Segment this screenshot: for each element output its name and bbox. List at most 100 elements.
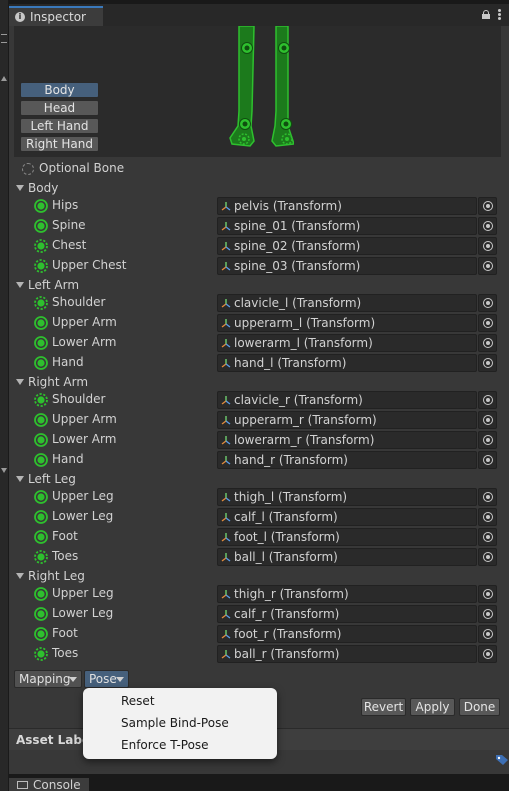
transform-object-field[interactable]: pelvis (Transform) [217,197,477,215]
foldout-triangle-icon [16,185,24,191]
bone-row: Upper Leg thigh_r (Transform) [14,584,501,604]
object-picker-icon[interactable] [478,237,497,255]
apply-button[interactable]: Apply [410,698,455,716]
object-picker-icon[interactable] [478,294,497,312]
optional-bone-icon [34,259,48,273]
lock-icon[interactable] [482,10,490,19]
transform-object-field[interactable]: foot_l (Transform) [217,528,477,546]
transform-icon [221,396,231,405]
transform-icon [221,456,231,465]
object-picker-icon[interactable] [478,625,497,643]
bone-label: Hand [52,355,84,369]
transform-object-field[interactable]: ball_r (Transform) [217,645,477,663]
transform-object-field[interactable]: ball_l (Transform) [217,548,477,566]
bone-row: Upper Chest spine_03 (Transform) [14,256,501,276]
transform-object-field[interactable]: clavicle_l (Transform) [217,294,477,312]
bone-label: Foot [52,626,78,640]
object-picker-icon[interactable] [478,354,497,372]
transform-object-field[interactable]: upperarm_l (Transform) [217,314,477,332]
bone-label: Upper Arm [52,315,117,329]
optional-bone-legend: Optional Bone [14,160,214,178]
bone-label: Upper Arm [52,412,117,426]
scroll-down-icon[interactable] [1,468,7,473]
transform-icon [221,436,231,445]
bone-row: Shoulder clavicle_r (Transform) [14,390,501,410]
object-picker-icon[interactable] [478,314,497,332]
required-bone-icon [34,199,48,213]
transform-object-field[interactable]: hand_l (Transform) [217,354,477,372]
object-picker-icon[interactable] [478,197,497,215]
bone-row: Lower Arm lowerarm_l (Transform) [14,333,501,353]
bone-row: Foot foot_l (Transform) [14,527,501,547]
bone-label: Shoulder [52,295,106,309]
menu-item-reset[interactable]: Reset [121,691,155,711]
transform-field-value: foot_r (Transform) [234,627,342,641]
group-label: Right Arm [28,375,89,389]
scroll-up-icon[interactable] [1,76,7,81]
transform-icon [221,242,231,251]
body-part-button-right-hand[interactable]: Right Hand [20,136,99,152]
menu-item-sample-bind-pose[interactable]: Sample Bind-Pose [121,713,229,733]
object-picker-icon[interactable] [478,411,497,429]
tab-inspector[interactable]: i Inspector [9,6,103,26]
avatar-legs-figure [229,26,294,147]
transform-object-field[interactable]: spine_02 (Transform) [217,237,477,255]
object-picker-icon[interactable] [478,431,497,449]
kebab-menu-icon[interactable] [498,9,501,20]
object-picker-icon[interactable] [478,605,497,623]
avatar-preview: Body Head Left Hand Right Hand [14,26,501,157]
transform-object-field[interactable]: clavicle_r (Transform) [217,391,477,409]
bone-row: Spine spine_01 (Transform) [14,216,501,236]
bone-row: Upper Leg thigh_l (Transform) [14,487,501,507]
object-picker-icon[interactable] [478,217,497,235]
transform-object-field[interactable]: spine_01 (Transform) [217,217,477,235]
info-icon: i [15,12,25,22]
tag-icon[interactable] [495,754,509,766]
bone-label: Toes [52,549,79,563]
menu-item-enforce-t-pose[interactable]: Enforce T-Pose [121,735,209,755]
tab-console[interactable]: Console [9,778,89,791]
required-bone-icon [34,316,48,330]
required-bone-icon [34,490,48,504]
optional-bone-icon [34,647,48,661]
bone-label: Lower Arm [52,335,117,349]
object-picker-icon[interactable] [478,585,497,603]
object-picker-icon[interactable] [478,334,497,352]
object-picker-icon[interactable] [478,508,497,526]
object-picker-icon[interactable] [478,488,497,506]
body-part-button-body[interactable]: Body [20,82,99,98]
done-button[interactable]: Done [459,698,500,716]
transform-object-field[interactable]: lowerarm_r (Transform) [217,431,477,449]
transform-object-field[interactable]: spine_03 (Transform) [217,257,477,275]
object-picker-icon[interactable] [478,548,497,566]
object-picker-icon[interactable] [478,528,497,546]
pose-dropdown[interactable]: Pose [84,670,129,688]
transform-object-field[interactable]: calf_l (Transform) [217,508,477,526]
transform-icon [221,262,231,271]
body-part-button-left-hand[interactable]: Left Hand [20,118,99,134]
transform-field-value: clavicle_r (Transform) [234,393,363,407]
transform-object-field[interactable]: upperarm_r (Transform) [217,411,477,429]
required-bone-icon [34,627,48,641]
transform-object-field[interactable]: foot_r (Transform) [217,625,477,643]
transform-icon [221,610,231,619]
transform-field-value: hand_r (Transform) [234,453,348,467]
transform-object-field[interactable]: hand_r (Transform) [217,451,477,469]
mapping-dropdown[interactable]: Mapping [14,670,82,688]
required-bone-icon [34,510,48,524]
object-picker-icon[interactable] [478,645,497,663]
transform-object-field[interactable]: lowerarm_l (Transform) [217,334,477,352]
transform-icon [221,202,231,211]
transform-field-value: clavicle_l (Transform) [234,296,362,310]
object-picker-icon[interactable] [478,391,497,409]
transform-field-value: foot_l (Transform) [234,530,340,544]
transform-object-field[interactable]: thigh_l (Transform) [217,488,477,506]
revert-button[interactable]: Revert [361,698,406,716]
group-label: Body [28,181,59,195]
body-part-button-head[interactable]: Head [20,100,99,116]
optional-bone-label: Optional Bone [39,161,125,175]
object-picker-icon[interactable] [478,257,497,275]
object-picker-icon[interactable] [478,451,497,469]
transform-object-field[interactable]: calf_r (Transform) [217,605,477,623]
transform-object-field[interactable]: thigh_r (Transform) [217,585,477,603]
